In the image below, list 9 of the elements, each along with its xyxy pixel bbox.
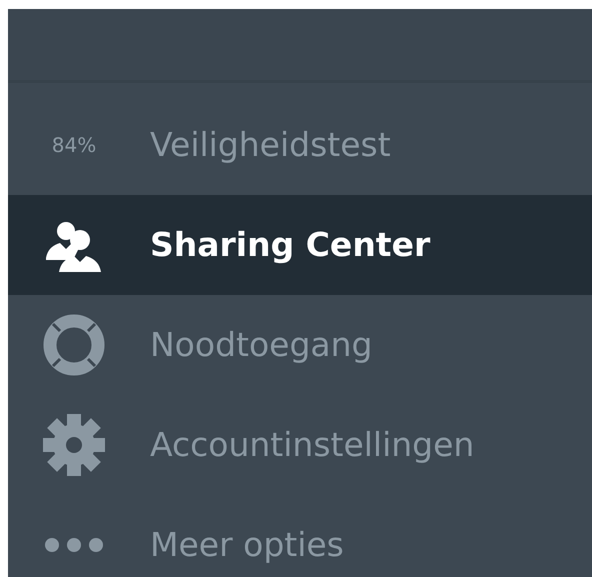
more-icon <box>45 537 103 553</box>
menu-item[interactable]: Accountinstellingen <box>8 395 592 495</box>
menu-item[interactable]: Sharing Center <box>8 195 592 295</box>
gear-icon <box>43 414 105 476</box>
menu-item[interactable]: Meer opties <box>8 495 592 577</box>
lifebuoy-icon <box>43 314 105 376</box>
menu-item[interactable]: Noodtoegang <box>8 295 592 395</box>
menu-item[interactable]: 84% Veiligheidstest <box>8 95 592 195</box>
score-percent: 84% <box>52 132 96 159</box>
